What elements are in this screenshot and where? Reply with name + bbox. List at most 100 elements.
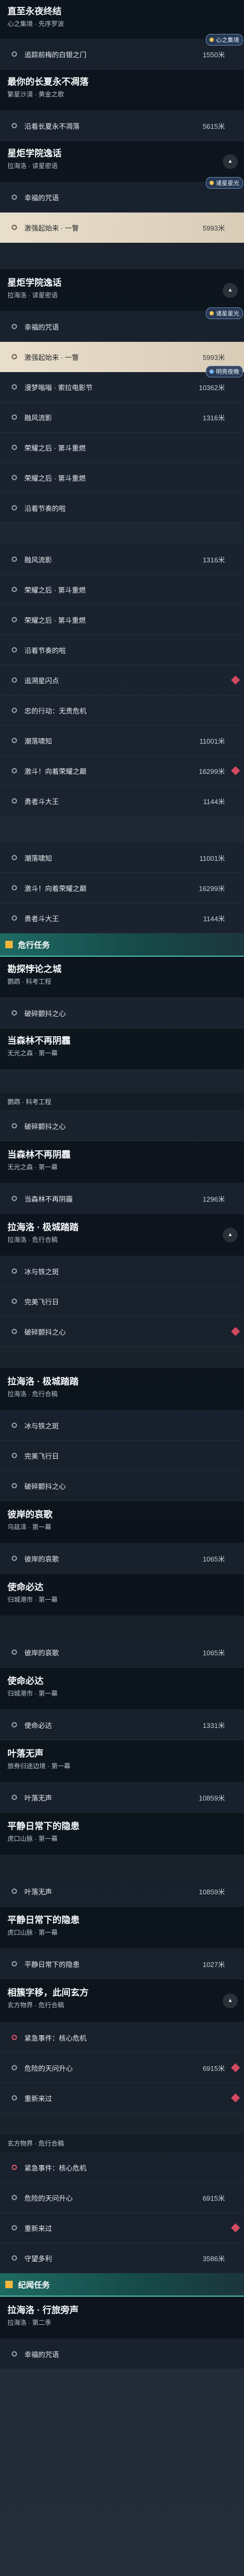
subtask-distance: 1316米 [203,413,225,422]
subtask-item[interactable]: 荣耀之后 · 第斗重燃 [0,463,244,493]
location-ring-icon [11,1960,18,1968]
quest-title: 使命必达 [7,1582,43,1592]
quest-title: 当森林不再阴霾 [7,1150,71,1160]
subtask-item[interactable]: 漫梦嗡嗡 · 索拉电影节 10362米 明亮夜晚 [0,366,244,402]
subtask-distance: 10859米 [198,1887,225,1896]
subtask-item[interactable]: 紧急事件：核心危机 [0,2023,244,2053]
subtask-label: 破碎颤抖之心 [24,1009,66,1018]
subtask-item[interactable]: 紧急事件：核心危机 [0,2152,244,2183]
quest-title: 拉海洛 · 极城踏踏 [7,1222,79,1232]
quest-header[interactable]: 当森林不再阴霾 无光之森 · 第一幕 [0,1141,244,1184]
location-ring-icon [11,2350,18,2358]
subtask-item[interactable]: 幸福的咒语 诸星星光 [0,177,244,213]
subtask-item[interactable]: 追踪前梅的白银之门 1550米 心之集境 [0,34,244,69]
subtask-item[interactable]: 完美飞行日 [0,1286,244,1317]
subtask-item[interactable]: 沿着节奏的啦 [0,493,244,523]
subtask-item[interactable]: 彼岸的哀歌 1065米 [0,1543,244,1574]
subtask-label: 勇者斗大王 [24,797,59,806]
quest-header[interactable]: 当森林不再阴霾 无光之森 · 第一幕 [0,1028,244,1070]
quest-subtitle: 旅券归途边境 · 第一幕 [7,1762,71,1770]
subtask-item[interactable]: 荣耀之后 · 第斗重燃 [0,433,244,463]
location-ring-icon [11,616,18,623]
subtask-item-selected[interactable]: 激强起始来 · 一瞥 5993米 [0,213,244,243]
list-gap [0,243,244,269]
quest-marker-icon [231,2063,240,2072]
subtask-item[interactable]: 荣耀之后 · 第斗重燃 [0,605,244,635]
location-ring-icon [11,353,18,360]
subtask-item[interactable]: 破碎颤抖之心 [0,1471,244,1501]
location-ring-icon [11,646,18,654]
location-ring-icon [11,1122,18,1130]
quest-header[interactable]: 星炬学院逸话 拉海洛 · 读星密语 ▲ [0,141,244,182]
quest-header[interactable]: 叶落无声 旅券归途边境 · 第一幕 [0,1740,244,1783]
location-ring-icon [11,884,18,892]
subtask-item[interactable]: 激斗！向着荣耀之巅 16299米 [0,873,244,903]
subtask-label: 沿着长夏永不凋落 [24,122,80,130]
subtask-item[interactable]: 叶落无声 10859米 [0,1876,244,1907]
subtask-item[interactable]: 危险的天问升心 6915米 [0,2053,244,2083]
subtask-item[interactable]: 忠的行动：无责危机 [0,695,244,726]
quest-header[interactable]: 使命必达 归城港市 · 第一幕 [0,1668,244,1710]
subtask-label: 破碎颤抖之心 [24,1122,66,1131]
quest-header[interactable]: 勘探悖论之城 鹦鹉 · 科考工程 [0,957,244,998]
subtask-item[interactable]: 勇者斗大王 1144米 [0,903,244,933]
quest-header[interactable]: 直至永夜终结 心之集境 · 先序罗波 [0,0,244,39]
chevron-up-icon[interactable]: ▲ [223,1227,238,1242]
subtask-item[interactable]: 融风流影 1316米 [0,402,244,433]
quest-header[interactable]: 最你的长夏永不凋落 繁星沙漠 · 黄金之歌 [0,69,244,111]
location-ring-icon [11,2194,18,2201]
section-header-side[interactable]: 危行任务 [0,933,244,957]
subtask-item[interactable]: 破碎颤抖之心 [0,1111,244,1141]
subtask-item[interactable]: 冰与铁之斑 [0,1410,244,1441]
subtask-item[interactable]: 使命必达 1331米 [0,1710,244,1740]
quest-header[interactable]: 星炬学院逸话 拉海洛 · 读星密语 ▲ [0,269,244,312]
subtask-label: 幸福的咒语 [24,323,59,331]
subtask-item[interactable]: 沿着长夏永不凋落 5615米 [0,111,244,141]
subtask-item[interactable]: 彼岸的哀歌 1065米 [0,1637,244,1668]
subtask-item[interactable]: 叶落无声 10859米 [0,1783,244,1813]
subtask-item[interactable]: 荣耀之后 · 第斗重燃 [0,575,244,605]
subtask-item[interactable]: 当森林不再阴霾 1296米 [0,1184,244,1214]
quest-title: 平静日常下的隐患 [7,1915,80,1925]
subtask-item[interactable]: 重新来过 [0,2083,244,2113]
subtask-item[interactable]: 激斗！向着荣耀之巅 16299米 [0,756,244,786]
location-ring-icon [11,50,18,58]
location-ring-icon [11,1009,18,1017]
subtask-item[interactable]: 破碎颤抖之心 [0,998,244,1028]
section-icon [5,2281,13,2288]
quest-header[interactable]: 平静日常下的隐患 虎口山脉 · 第一幕 [0,1907,244,1949]
region-tag: 明亮夜晚 [206,366,243,377]
quest-header[interactable]: 拉海洛 · 行旅旁声 拉海洛 · 第二季 [0,2297,244,2339]
subtask-item[interactable]: 破碎颤抖之心 [0,1317,244,1347]
subtask-item[interactable]: 危险的天问升心 6915米 [0,2183,244,2213]
subtask-item[interactable]: 守望多利 3586米 [0,2243,244,2273]
location-ring-icon [11,2094,18,2102]
subtask-item[interactable]: 勇者斗大王 1144米 [0,786,244,816]
quest-header[interactable]: 拉海洛 · 极城踏踏 拉海洛 · 危行合稿 [0,1368,244,1410]
subtask-item[interactable]: 融风流影 1316米 [0,544,244,575]
quest-header[interactable]: 相簇字移，此间玄方 玄方物界 · 危行合稿 ▲ [0,1979,244,2023]
quest-header[interactable]: 平静日常下的隐患 虎口山脉 · 第一幕 [0,1813,244,1855]
quest-header[interactable]: 彼岸的哀歌 乌兹泽 · 第一幕 [0,1501,244,1543]
subtask-distance: 1331米 [203,1721,225,1730]
quest-subtitle: 鹦鹉 · 科考工程 [7,977,51,985]
quest-header[interactable]: 使命必达 归城港市 · 第一幕 [0,1574,244,1616]
chevron-up-icon[interactable]: ▲ [223,1993,238,2008]
subtask-item[interactable]: 重新来过 [0,2213,244,2243]
subtask-item[interactable]: 潮落啸知 11001米 [0,843,244,873]
subtask-item[interactable]: 幸福的咒语 诸星星光 [0,307,244,342]
chevron-up-icon[interactable]: ▲ [223,154,238,169]
subtask-item[interactable]: 平静日常下的隐患 1027米 [0,1949,244,1979]
subtask-distance: 11001米 [199,737,225,745]
subtask-item[interactable]: 潮落啸知 11001米 [0,726,244,756]
subtask-item[interactable]: 完美飞行日 [0,1441,244,1471]
subtask-item[interactable]: 沿着节奏的啦 [0,635,244,665]
quest-header[interactable]: 拉海洛 · 极城踏踏 拉海洛 · 危行合稿 ▲ [0,1214,244,1256]
location-ring-icon [11,1648,18,1656]
subtask-item[interactable]: 幸福的咒语 [0,2339,244,2369]
subtask-item[interactable]: 追溯星闪点 [0,665,244,695]
quest-subtitle: 乌兹泽 · 第一幕 [7,1523,51,1531]
section-header-chronicle[interactable]: 纪闻任务 [0,2273,244,2297]
chevron-up-icon[interactable]: ▲ [223,283,238,298]
subtask-item[interactable]: 冰与铁之斑 [0,1256,244,1286]
